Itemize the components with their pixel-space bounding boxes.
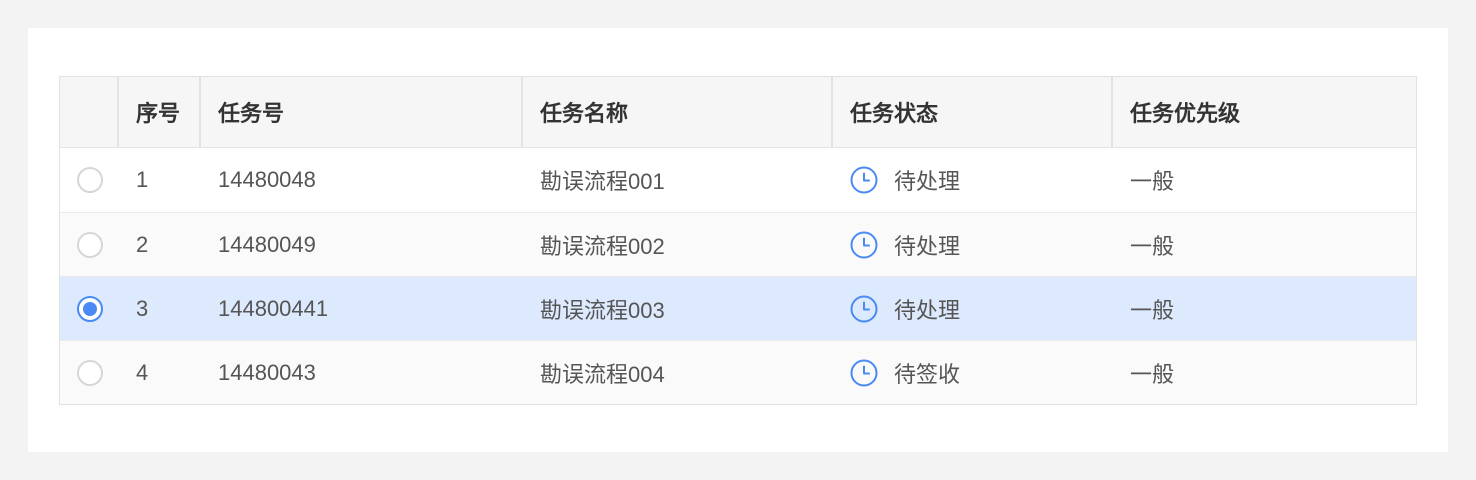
row-select-cell	[60, 213, 119, 276]
row-task-no: 14480049	[218, 231, 316, 257]
row-select-cell	[60, 341, 119, 404]
status-label: 待处理	[894, 169, 961, 194]
radio-icon[interactable]	[76, 231, 103, 258]
content-card: 序号 任务号 任务名称 任务状态 任务优先级 1 14480048 勘误流程00…	[28, 28, 1448, 452]
row-task-name: 勘误流程001	[540, 169, 665, 194]
row-index: 1	[136, 167, 149, 192]
table-row[interactable]: 4 14480043 勘误流程004 待签收 一般	[60, 340, 1416, 404]
table-row[interactable]: 3 144800441 勘误流程003 待处理 一般	[60, 276, 1416, 340]
table-header: 序号 任务号 任务名称 任务状态 任务优先级	[60, 77, 1416, 148]
row-index: 3	[136, 295, 149, 321]
row-task-status: 待签收	[833, 341, 1113, 404]
radio-icon[interactable]	[76, 295, 103, 322]
row-index: 2	[136, 231, 149, 257]
status-label: 待处理	[894, 297, 961, 323]
row-task-priority: 一般	[1130, 361, 1175, 387]
column-header-index: 序号	[119, 77, 201, 147]
row-select-cell	[60, 148, 119, 212]
status-label: 待签收	[894, 361, 961, 387]
clock-icon	[850, 359, 878, 386]
column-header-task-no: 任务号	[201, 77, 523, 147]
row-task-no: 144800441	[218, 295, 329, 321]
row-task-priority: 一般	[1130, 233, 1175, 259]
column-header-task-name: 任务名称	[523, 77, 833, 147]
row-index: 4	[136, 359, 149, 385]
row-task-name: 勘误流程003	[540, 297, 665, 323]
row-task-status: 待处理	[833, 148, 1113, 212]
row-task-priority: 一般	[1130, 169, 1175, 194]
row-task-priority: 一般	[1130, 297, 1175, 323]
row-task-no: 14480043	[218, 359, 316, 385]
radio-icon[interactable]	[76, 167, 103, 193]
column-header-task-priority: 任务优先级	[1130, 101, 1241, 126]
table-row[interactable]: 2 14480049 勘误流程002 待处理 一般	[60, 212, 1416, 276]
row-task-status: 待处理	[833, 213, 1113, 276]
task-table: 序号 任务号 任务名称 任务状态 任务优先级 1 14480048 勘误流程00…	[59, 76, 1417, 405]
status-label: 待处理	[894, 233, 961, 259]
clock-icon	[850, 166, 878, 194]
clock-icon	[850, 231, 878, 258]
table-row[interactable]: 1 14480048 勘误流程001 待处理 一般	[60, 148, 1416, 212]
row-task-name: 勘误流程004	[540, 361, 665, 387]
column-header-select	[60, 77, 119, 147]
clock-icon	[850, 295, 878, 322]
row-task-status: 待处理	[833, 277, 1113, 340]
row-task-name: 勘误流程002	[540, 233, 665, 259]
radio-icon[interactable]	[76, 359, 103, 386]
column-header-task-status: 任务状态	[833, 77, 1113, 147]
row-task-no: 14480048	[218, 167, 316, 192]
row-select-cell	[60, 277, 119, 340]
